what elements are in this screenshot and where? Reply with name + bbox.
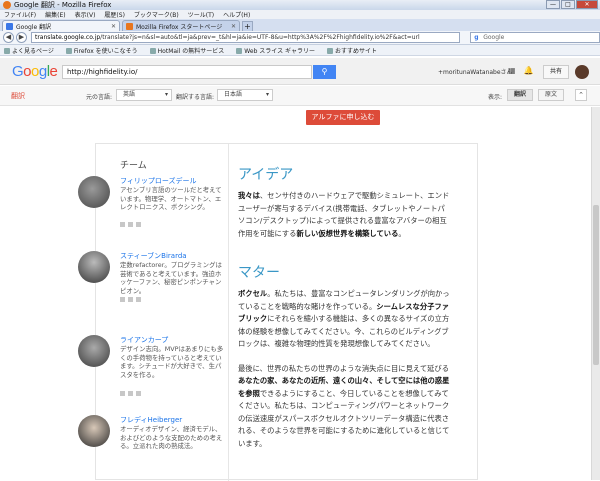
- member-photo: [78, 415, 110, 447]
- google-translate-favicon-icon: [6, 22, 13, 30]
- google-logo[interactable]: Google: [12, 63, 58, 80]
- matter-section: マター ボクセル。私たちは、豊富なコンピュータレンダリングが向かっていることを戦…: [238, 262, 450, 450]
- close-window-button[interactable]: ✕: [576, 0, 598, 9]
- matter-paragraph-2: 最後に、世界の私たちの世界のような消失点に目に見えて延びるあなたの家、あなたの近…: [238, 363, 450, 448]
- minimize-button[interactable]: —: [546, 0, 560, 9]
- member-name[interactable]: フィリップローズデール: [120, 176, 197, 186]
- member-social-links: [120, 391, 141, 396]
- matter-paragraph-1: ボクセル。私たちは、豊富なコンピュータレンダリングが向かっていることを戦略的な賭…: [238, 289, 450, 348]
- firefox-favicon-icon: [126, 22, 133, 30]
- bookmark-item[interactable]: よく見るページ: [4, 46, 54, 55]
- twitter-icon[interactable]: [120, 222, 125, 227]
- menu-view[interactable]: 表示(V): [75, 10, 96, 19]
- video-icon[interactable]: [128, 222, 133, 227]
- collapse-toolbar-icon[interactable]: ⌃: [575, 89, 587, 101]
- member-photo: [78, 176, 110, 208]
- menu-tools[interactable]: ツール(T): [188, 10, 214, 19]
- member-photo: [78, 335, 110, 367]
- idea-section: アイデア 我々は、センサ付きのハードウェアで駆動シミュレート、エンドユーザーが寄…: [238, 164, 450, 240]
- idea-heading: アイデア: [238, 167, 294, 183]
- show-translation-button[interactable]: 翻訳: [507, 89, 533, 101]
- member-description: アセンブリ言語のツールだと考えています。物理学、オートマトン、エレクトロニクス、…: [120, 186, 222, 211]
- window-title: Google 翻訳 - Mozilla Firefox: [14, 1, 112, 9]
- target-language-label: 翻訳する言語:: [176, 94, 215, 101]
- member-name[interactable]: ライアンカープ: [120, 335, 168, 345]
- member-name[interactable]: フレディHeiberger: [120, 415, 182, 425]
- member-description: 定数refactorer。プログラミングは芸術であると考えています。強迫ホッケー…: [120, 261, 222, 295]
- linkedin-icon[interactable]: [136, 297, 141, 302]
- close-tab-icon[interactable]: ✕: [111, 23, 116, 30]
- display-label: 表示:: [488, 94, 503, 101]
- source-language-select[interactable]: 英語: [116, 89, 172, 101]
- firefox-icon: [3, 1, 11, 9]
- translate-url-input[interactable]: http://highfidelity.io/: [62, 65, 312, 79]
- bookmark-item[interactable]: Firefox を使いこなそう: [66, 46, 138, 55]
- tab-strip: Google 翻訳 ✕ Mozilla Firefox スタートページ ✕ +: [0, 19, 600, 31]
- bookmark-item[interactable]: HotMail の無料サービス: [150, 46, 225, 55]
- matter-heading: マター: [238, 265, 280, 281]
- member-social-links: [120, 222, 141, 227]
- menu-history[interactable]: 履歴(S): [104, 10, 125, 19]
- member-description: デザイン志向。MVPはあまりにも多くの手荷物を持っていると考えています。シチュー…: [120, 345, 224, 379]
- apps-grid-icon[interactable]: ▦: [508, 66, 516, 75]
- notifications-bell-icon[interactable]: 🔔: [524, 66, 534, 75]
- source-language-label: 元の言語:: [86, 94, 113, 101]
- bookmark-item[interactable]: Web スライス ギャラリー: [236, 46, 315, 55]
- bookmark-item[interactable]: おすすめサイト: [327, 46, 377, 55]
- url-bar[interactable]: translate.google.co.jp/translate?js=n&sl…: [30, 32, 461, 43]
- member-social-links: [120, 297, 141, 302]
- twitter-icon[interactable]: [120, 391, 125, 396]
- close-tab-icon[interactable]: ✕: [231, 23, 236, 30]
- new-tab-button[interactable]: +: [242, 21, 253, 31]
- back-button[interactable]: ◀: [3, 32, 14, 43]
- column-divider: [228, 144, 229, 481]
- tab-google-translate[interactable]: Google 翻訳 ✕: [2, 20, 120, 31]
- tab-label: Google 翻訳: [16, 23, 52, 31]
- google-header: Google http://highfidelity.io/ ⚲ +moritu…: [0, 58, 600, 85]
- video-icon[interactable]: [128, 391, 133, 396]
- url-domain: translate.google.co.jp: [34, 34, 101, 41]
- avatar[interactable]: [575, 65, 589, 79]
- idea-paragraph: 我々は、センサ付きのハードウェアで駆動シミュレート、エンドユーザーが寄与するデバ…: [238, 191, 450, 238]
- header-icons: ▦ 🔔: [508, 66, 534, 75]
- search-icon: ⚲: [321, 67, 328, 76]
- content-card: チーム フィリップローズデール アセンブリ言語のツールだと考えています。物理学、…: [78, 143, 478, 481]
- team-title: チーム: [120, 161, 147, 171]
- window-controls: — □ ✕: [546, 0, 598, 9]
- tab-firefox-start[interactable]: Mozilla Firefox スタートページ ✕: [122, 20, 240, 31]
- linkedin-icon[interactable]: [136, 222, 141, 227]
- menu-edit[interactable]: 編集(E): [45, 10, 65, 19]
- maximize-button[interactable]: □: [561, 0, 575, 9]
- member-photo: [78, 251, 110, 283]
- scrollbar-thumb[interactable]: [593, 205, 599, 365]
- video-icon[interactable]: [128, 297, 133, 302]
- share-button[interactable]: 共有: [543, 65, 569, 79]
- twitter-icon[interactable]: [120, 297, 125, 302]
- forward-button[interactable]: ▶: [15, 32, 27, 43]
- bookmarks-bar: よく見るページ Firefox を使いこなそう HotMail の無料サービス …: [0, 45, 600, 56]
- translate-toolbar: 翻訳 元の言語: 英語 翻訳する言語: 日本語 表示: 翻訳 原文 ⌃: [0, 86, 600, 106]
- menu-bar: ファイル(F) 編集(E) 表示(V) 履歴(S) ブックマーク(B) ツール(…: [0, 10, 600, 19]
- page-scrollbar[interactable]: [591, 107, 600, 480]
- navigation-bar: ◀ ▶ translate.google.co.jp/translate?js=…: [0, 31, 600, 45]
- show-original-button[interactable]: 原文: [538, 89, 564, 101]
- menu-bookmarks[interactable]: ブックマーク(B): [134, 10, 179, 19]
- linkedin-icon[interactable]: [136, 391, 141, 396]
- apply-alpha-button[interactable]: アルファに申し込む: [306, 110, 380, 125]
- target-language-select[interactable]: 日本語: [217, 89, 273, 101]
- user-name-link[interactable]: +moritunaWatanabeさん: [438, 67, 513, 76]
- tab-label: Mozilla Firefox スタートページ: [136, 23, 223, 31]
- browser-search-input[interactable]: Google: [470, 32, 600, 43]
- member-description: オーディオデザイン、経済モデル、およびどのような支配のための考える。立派れた肉の…: [120, 425, 223, 450]
- window-titlebar: Google 翻訳 - Mozilla Firefox — □ ✕: [0, 0, 600, 10]
- menu-file[interactable]: ファイル(F): [4, 10, 36, 19]
- member-name[interactable]: スティーブンBirarda: [120, 251, 187, 261]
- translate-brand[interactable]: 翻訳: [11, 91, 25, 101]
- url-path: /translate?js=n&sl=auto&tl=ja&prev=_t&hl…: [100, 34, 420, 41]
- search-button[interactable]: ⚲: [313, 65, 336, 79]
- menu-help[interactable]: ヘルプ(H): [223, 10, 250, 19]
